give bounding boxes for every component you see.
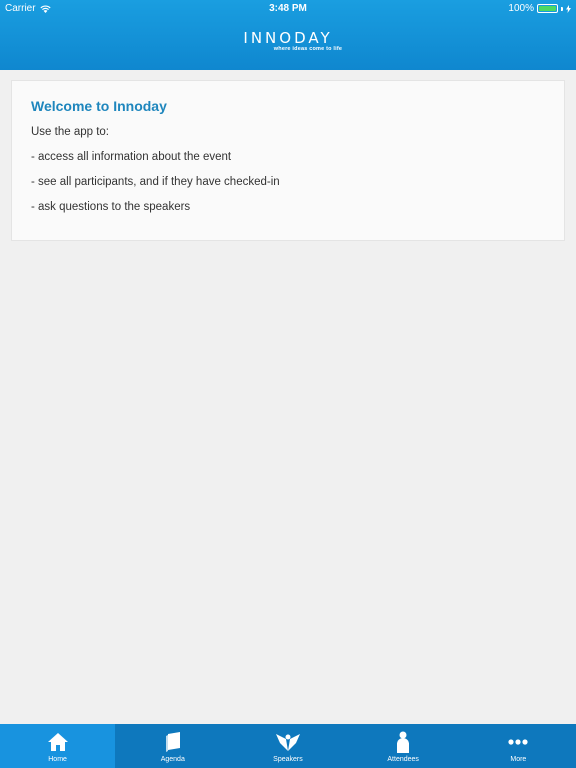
- tab-speakers[interactable]: Speakers: [230, 724, 345, 768]
- welcome-line: - see all participants, and if they have…: [31, 176, 280, 188]
- welcome-card: Welcome to Innoday Use the app to: - acc…: [11, 80, 565, 241]
- more-icon: [508, 731, 528, 753]
- battery-percent: 100%: [508, 3, 534, 14]
- logo-text: INNODAY: [243, 29, 333, 47]
- speaker-icon: [275, 731, 300, 753]
- tab-agenda[interactable]: Agenda: [115, 724, 230, 768]
- tab-attendees[interactable]: Attendees: [346, 724, 461, 768]
- status-bar: Carrier 3:48 PM 100%: [0, 0, 576, 17]
- welcome-title: Welcome to Innoday: [31, 98, 167, 114]
- status-time: 3:48 PM: [269, 3, 307, 14]
- status-right: 100%: [508, 3, 571, 14]
- person-icon: [396, 731, 410, 753]
- innoday-logo: INNODAY where ideas come to life: [0, 30, 576, 52]
- app-header: Carrier 3:48 PM 100% INNODAY where ideas…: [0, 0, 576, 70]
- book-icon: [164, 731, 182, 753]
- battery-tip: [561, 6, 563, 11]
- welcome-line: - ask questions to the speakers: [31, 201, 191, 213]
- battery-icon: [537, 4, 558, 13]
- tab-label: Agenda: [160, 756, 185, 763]
- tab-home[interactable]: Home: [0, 724, 116, 768]
- tab-bar: Home Agenda Speakers Attendees More: [0, 724, 576, 768]
- home-icon: [47, 731, 68, 753]
- tab-label: More: [510, 756, 527, 763]
- tab-label: Speakers: [273, 756, 303, 763]
- tab-more[interactable]: More: [461, 724, 576, 768]
- welcome-line: Use the app to:: [31, 126, 109, 138]
- tab-label: Attendees: [387, 756, 419, 763]
- tab-label: Home: [48, 756, 67, 763]
- logo-tagline: where ideas come to life: [273, 46, 343, 52]
- charging-icon: [566, 4, 571, 13]
- welcome-line: - access all information about the event: [31, 151, 232, 163]
